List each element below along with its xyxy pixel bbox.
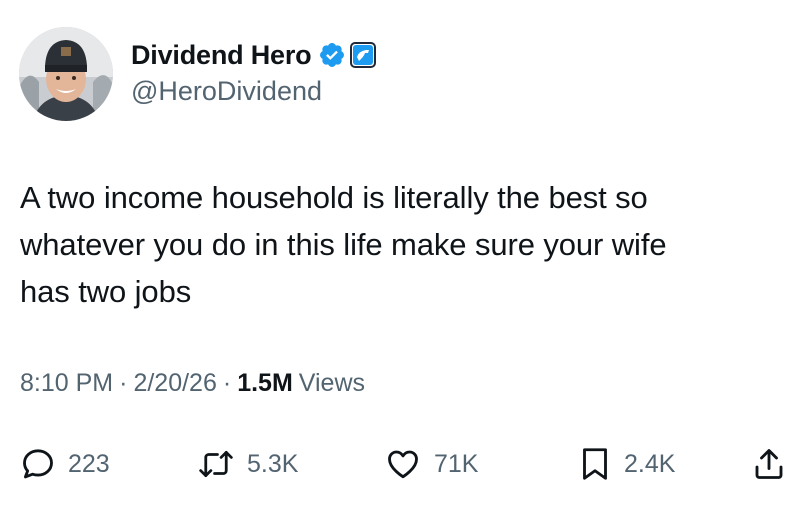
verified-badge-icon: [318, 41, 346, 69]
heart-icon: [384, 446, 422, 482]
affiliate-badge-icon[interactable]: [350, 42, 377, 68]
author-display-name[interactable]: Dividend Hero: [131, 40, 312, 71]
retweet-icon: [197, 446, 235, 482]
tweet-card: Dividend Hero @HeroDividend A two income…: [0, 0, 800, 518]
like-button[interactable]: 71K: [384, 442, 478, 486]
retweet-count: 5.3K: [247, 449, 299, 478]
bookmark-icon: [578, 446, 612, 482]
reply-icon: [20, 446, 56, 482]
views-count: 1.5M: [237, 369, 293, 397]
reply-count: 223: [68, 449, 110, 478]
meta-separator: ·: [222, 369, 232, 397]
tweet-text: A two income household is literally the …: [20, 180, 667, 309]
share-button[interactable]: [752, 442, 786, 486]
tweet-time[interactable]: 8:10 PM: [20, 369, 113, 398]
like-count: 71K: [434, 449, 479, 478]
avatar-image: [19, 27, 113, 121]
tweet-metadata: 8:10 PM · 2/20/26 · 1.5M Views: [20, 369, 365, 398]
views-label: Views: [298, 369, 366, 397]
tweet-date[interactable]: 2/20/26: [133, 369, 216, 398]
meta-separator: ·: [119, 369, 128, 397]
author-name-row: Dividend Hero: [131, 38, 377, 72]
author-handle[interactable]: @HeroDividend: [131, 76, 322, 107]
retweet-button[interactable]: 5.3K: [197, 442, 298, 486]
avatar[interactable]: [19, 27, 113, 121]
reply-button[interactable]: 223: [20, 442, 110, 486]
bookmark-count: 2.4K: [624, 449, 676, 478]
bookmark-button[interactable]: 2.4K: [578, 442, 675, 486]
share-icon: [752, 446, 786, 482]
